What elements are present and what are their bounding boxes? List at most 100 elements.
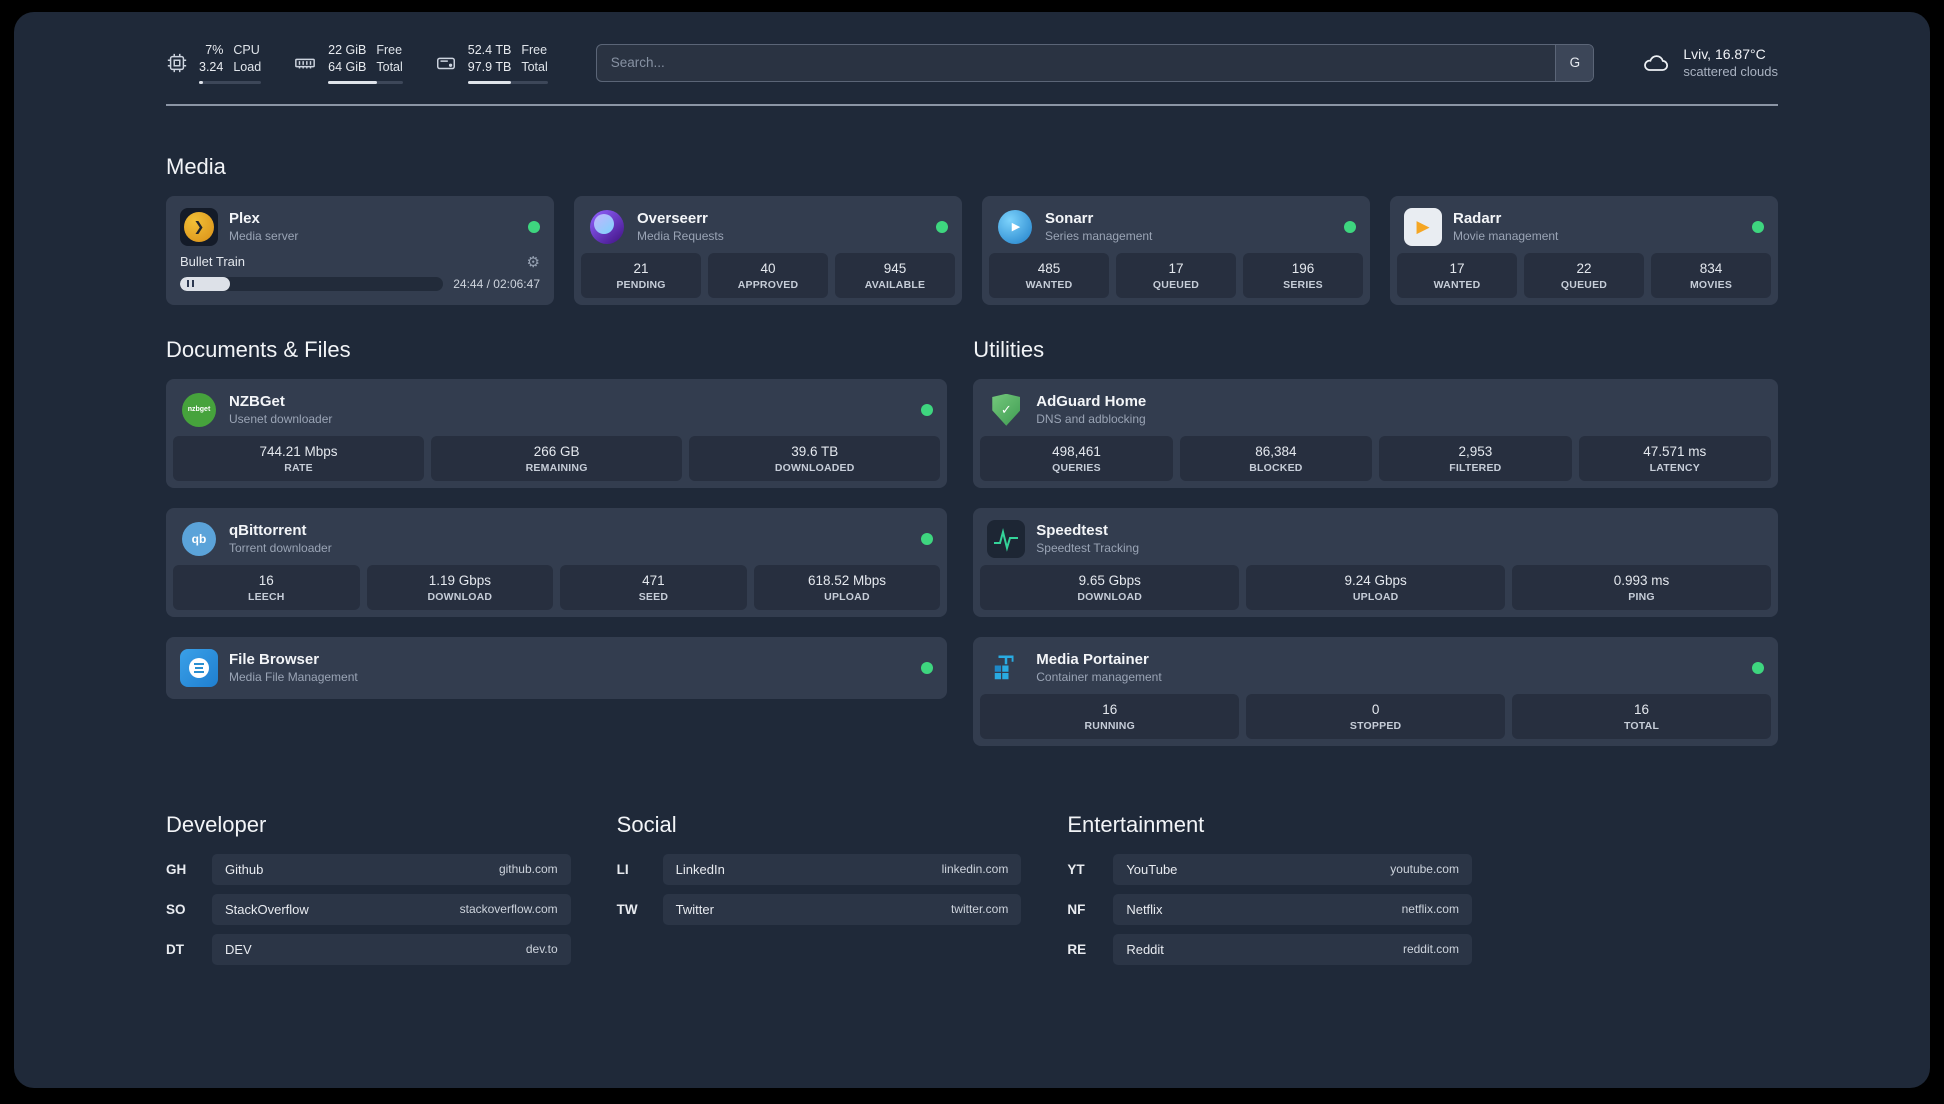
plex-app-link[interactable]: ❯ Plex Media server [173,203,547,253]
bookmark-group-social: Social LI LinkedIn linkedin.com TW Twitt… [617,812,1022,974]
bookmark-row: LI LinkedIn linkedin.com [616,853,1022,885]
stat-box: 17 WANTED [1397,252,1517,298]
status-dot [921,661,934,674]
now-playing-title: Bullet Train [180,254,246,270]
bookmark-abbr: TW [616,901,638,917]
stat-box: 16 RUNNING [980,693,1240,739]
bookmark-abbr: RE [1067,941,1087,957]
stat-box: 40 APPROVED [708,252,828,298]
status-dot [936,220,948,233]
bookmark-abbr: YT [1067,861,1085,877]
stat-box: 17 QUEUED [1116,252,1236,298]
overseerr-app-link[interactable]: Overseerr Media Requests [581,203,955,253]
stat-box: 9.24 Gbps UPLOAD [1246,564,1506,610]
topbar: 7% 3.24 CPU Load 22 GiB 64 GiB Free Tota… [166,42,1778,84]
status-dot [921,532,934,545]
ram-usage-bar [328,80,403,84]
topbar-divider [166,103,1778,106]
app-name: Plex [229,210,260,228]
status-dot [921,403,934,416]
app-name: NZBGet [229,393,285,411]
bookmark-link-dev[interactable]: DEV dev.to [212,933,571,965]
sonarr-app-link[interactable]: ▶ Sonarr Series management [989,203,1363,253]
cpu-usage-label: CPU [233,43,260,57]
cpu-usage-bar [199,80,262,84]
stat-box: 21 PENDING [581,252,701,298]
bookmark-abbr: LI [616,861,629,877]
gear-icon[interactable]: ⚙ [527,253,540,271]
bookmark-abbr: DT [166,941,184,957]
bookmark-row: RE Reddit reddit.com [1067,933,1472,965]
stat-box: 47.571 ms LATENCY [1578,435,1771,481]
bookmark-row: SO StackOverflow stackoverflow.com [166,893,571,925]
sonarr-icon: ▶ [996,208,1034,246]
search-input[interactable] [595,43,1595,82]
stat-box: 0 STOPPED [1246,693,1506,739]
qbittorrent-icon: qb [180,520,218,558]
bookmark-group-title: Social [616,811,677,837]
radarr-app-link[interactable]: ▶ Radarr Movie management [1397,203,1771,253]
bookmarks: Developer GH Github github.com SO StackO… [166,812,1472,1014]
stat-box: 266 GB REMAINING [431,435,683,481]
app-card-qbittorrent: qb qBittorrent Torrent downloader 16 LEEC… [166,507,948,617]
stat-box: 9.65 Gbps DOWNLOAD [980,564,1240,610]
section-title-documents: Documents & Files [166,336,351,362]
app-description: Movie management [1453,229,1559,244]
dashboard-content: 7% 3.24 CPU Load 22 GiB 64 GiB Free Tota… [14,12,1930,1088]
app-card-nzbget: nzbget NZBGet Usenet downloader 744.21 M… [166,378,948,488]
ram-metric: 22 GiB 64 GiB Free Total [293,42,403,84]
ram-total-label: Total [376,59,403,74]
qbittorrent-app-link[interactable]: qb qBittorrent Torrent downloader [173,515,940,565]
search-engine-button[interactable]: G [1555,44,1594,81]
weather-widget[interactable]: Lviv, 16.87°C scattered clouds [1640,46,1778,79]
section-title-media: Media [166,153,226,179]
playback-progress-bar[interactable] [180,276,444,291]
filebrowser-icon [180,648,218,687]
ram-icon [293,52,317,74]
app-card-overseerr: Overseerr Media Requests 21 PENDING 40 APP… [574,195,962,305]
bookmark-link-twitter[interactable]: Twitter twitter.com [662,893,1022,925]
bookmark-link-linkedin[interactable]: LinkedIn linkedin.com [662,853,1022,885]
app-card-plex: ❯ Plex Media server Bullet Train ⚙ 24:44… [166,195,554,305]
section-media: Media ❯ Plex Media server Bullet Train ⚙… [166,154,1778,305]
ram-free-label: Free [376,43,403,57]
bookmark-group-entertainment: Entertainment YT YouTube youtube.com NF … [1067,812,1472,974]
bookmark-link-netflix[interactable]: Netflix netflix.com [1113,893,1472,925]
app-name: Radarr [1453,210,1502,228]
plex-icon: ❯ [180,207,218,246]
cpu-load-value: 3.24 [199,59,224,74]
bookmark-abbr: NF [1067,901,1086,917]
stat-box: 0.993 ms PING [1512,564,1771,610]
adguard-app-link[interactable]: ✓ AdGuard Home DNS and adblocking [980,386,1771,436]
bookmark-row: DT DEV dev.to [166,933,571,965]
weather-location: Lviv, 16.87°C [1683,46,1766,63]
bookmark-group-title: Entertainment [1067,811,1205,837]
app-name: File Browser [229,651,320,669]
portainer-app-link[interactable]: Media Portainer Container management [980,644,1771,694]
bookmark-abbr: SO [166,901,186,917]
app-card-speedtest: Speedtest Speedtest Tracking 9.65 Gbps DO… [973,507,1778,617]
bookmark-link-github[interactable]: Github github.com [212,853,571,885]
stat-box: 16 LEECH [173,564,360,610]
bookmark-link-stackoverflow[interactable]: StackOverflow stackoverflow.com [212,893,571,925]
app-description: Series management [1045,229,1153,244]
speedtest-app-link[interactable]: Speedtest Speedtest Tracking [980,515,1771,565]
filebrowser-app-link[interactable]: File Browser Media File Management [173,644,940,692]
status-dot [1752,220,1764,233]
disk-usage-bar [467,80,548,84]
bookmark-link-youtube[interactable]: YouTube youtube.com [1113,853,1472,885]
stat-box: 86,384 BLOCKED [1179,435,1373,481]
bookmark-link-reddit[interactable]: Reddit reddit.com [1113,933,1472,965]
app-description: Speedtest Tracking [1036,541,1139,556]
app-description: Media File Management [229,670,358,685]
cpu-load-label: Load [233,59,262,74]
section-utilities: Utilities ✓ AdGuard Home DNS and adblock… [973,305,1778,746]
cpu-metric: 7% 3.24 CPU Load [166,42,262,84]
app-description: Media server [229,229,299,244]
bookmark-row: GH Github github.com [166,853,571,885]
disk-total-value: 97.9 TB [467,59,512,74]
app-name: Media Portainer [1036,651,1149,669]
pause-icon [187,280,189,288]
nzbget-app-link[interactable]: nzbget NZBGet Usenet downloader [173,386,940,436]
app-description: DNS and adblocking [1036,412,1146,427]
